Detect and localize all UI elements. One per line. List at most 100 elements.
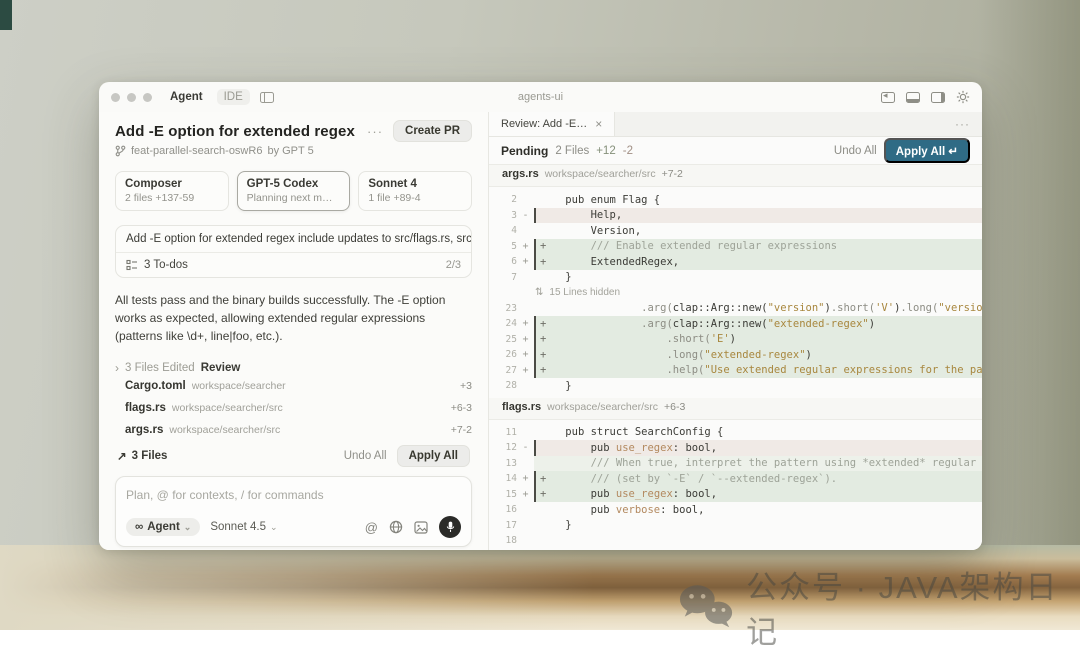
file-path: workspace/searcher/src bbox=[169, 424, 444, 436]
layout-columns-icon[interactable] bbox=[260, 92, 274, 103]
toggle-left-panel-icon[interactable] bbox=[881, 92, 895, 103]
model-label: Sonnet 4.5 bbox=[210, 521, 266, 533]
code-content: pub use_regex: bool, bbox=[534, 440, 982, 456]
web-globe-icon[interactable] bbox=[389, 520, 403, 534]
close-tab-icon[interactable]: × bbox=[595, 117, 602, 131]
line-number: 27 bbox=[489, 365, 517, 376]
line-number: 24 bbox=[489, 318, 517, 329]
hidden-lines-row[interactable]: ⇅15 Lines hidden bbox=[489, 285, 982, 301]
task-summary-text: Add -E option for extended regex include… bbox=[116, 226, 471, 253]
code-token bbox=[546, 256, 590, 268]
code-token: .long( bbox=[666, 349, 704, 361]
close-window-button[interactable] bbox=[111, 93, 120, 102]
branch-name[interactable]: feat-parallel-search-oswR6 bbox=[131, 145, 262, 157]
composer-input-card[interactable]: ∞ Agent ⌄ Sonnet 4.5 ⌄ @ bbox=[115, 476, 472, 547]
code-token bbox=[546, 364, 666, 376]
apply-all-button[interactable]: Apply All bbox=[397, 445, 470, 467]
line-number: 4 bbox=[489, 225, 517, 236]
code-token: bool, bbox=[685, 488, 717, 500]
diff-line: 26++ .long("extended-regex") bbox=[489, 347, 982, 363]
changed-files-summary[interactable]: ↗ 3 Files bbox=[117, 449, 167, 463]
diff-line: 25++ .short('E') bbox=[489, 332, 982, 348]
toggle-bottom-panel-icon[interactable] bbox=[906, 92, 920, 103]
agent-card-name: Composer bbox=[125, 178, 219, 190]
file-diff-stats: +7-2 bbox=[451, 424, 472, 436]
code-content: + .arg(clap::Arg::new("extended-regex") bbox=[534, 316, 982, 332]
code-token: pub bbox=[591, 504, 616, 516]
code-content: + ExtendedRegex, bbox=[534, 254, 982, 270]
create-pr-button[interactable]: Create PR bbox=[393, 120, 472, 142]
code-token: ) bbox=[806, 349, 812, 361]
code-token: verbose bbox=[616, 504, 660, 516]
diff-gutter-marker: + bbox=[517, 473, 534, 484]
agent-card-name: Sonnet 4 bbox=[368, 178, 462, 190]
agent-card-sonnet4[interactable]: Sonnet 4 1 file +89-4 bbox=[358, 171, 472, 211]
diff-line: 5++ /// Enable extended regular expressi… bbox=[489, 239, 982, 255]
tab-options-button[interactable]: ··· bbox=[955, 117, 970, 131]
code-token bbox=[540, 194, 565, 206]
agent-card-gpt5-codex[interactable]: GPT-5 Codex Planning next m… bbox=[237, 171, 351, 211]
code-token: "extended-regex" bbox=[768, 318, 869, 330]
wechat-icon bbox=[678, 583, 734, 631]
file-row[interactable]: args.rs workspace/searcher/src +7-2 bbox=[115, 419, 472, 441]
diff-gutter-marker: + bbox=[517, 318, 534, 329]
pending-added-stat: +12 bbox=[596, 145, 616, 157]
agent-card-composer[interactable]: Composer 2 files +137-59 bbox=[115, 171, 229, 211]
file-row[interactable]: Cargo.toml workspace/searcher +3 bbox=[115, 375, 472, 397]
infinity-icon: ∞ bbox=[135, 521, 143, 533]
code-token: } bbox=[540, 519, 572, 531]
line-number: 18 bbox=[489, 535, 517, 546]
app-window: Agent IDE agents-ui Add -E option for e bbox=[99, 82, 982, 550]
review-link[interactable]: Review bbox=[201, 362, 241, 374]
tab-ide[interactable]: IDE bbox=[217, 89, 250, 105]
apply-all-button[interactable]: Apply All ↵ bbox=[884, 138, 970, 163]
task-summary-card[interactable]: Add -E option for extended regex include… bbox=[115, 225, 472, 278]
toggle-right-panel-icon[interactable] bbox=[931, 92, 945, 103]
undo-all-button[interactable]: Undo All bbox=[344, 450, 387, 462]
code-token: use_regex bbox=[616, 488, 673, 500]
zoom-window-button[interactable] bbox=[143, 93, 152, 102]
diff-viewer: args.rsworkspace/searcher/src+7-22 pub e… bbox=[489, 165, 982, 550]
background-corner-chip bbox=[0, 0, 12, 30]
code-token: "Use extended regular expressions for th… bbox=[704, 364, 982, 376]
code-content: .arg(clap::Arg::new("version").short('V'… bbox=[534, 301, 982, 317]
line-number: 7 bbox=[489, 272, 517, 283]
voice-mic-button[interactable] bbox=[439, 516, 461, 538]
file-name: flags.rs bbox=[502, 401, 541, 413]
chevron-right-icon[interactable]: › bbox=[115, 361, 119, 375]
model-selector[interactable]: Sonnet 4.5 ⌄ bbox=[210, 521, 277, 533]
prompt-input[interactable] bbox=[126, 488, 461, 502]
minimize-window-button[interactable] bbox=[127, 93, 136, 102]
review-tab[interactable]: Review: Add -E… × bbox=[489, 112, 615, 136]
code-content: Version, bbox=[534, 223, 982, 239]
code-token bbox=[546, 473, 590, 485]
code-token bbox=[546, 333, 666, 345]
code-content: } bbox=[534, 378, 982, 394]
diff-file-header[interactable]: args.rsworkspace/searcher/src+7-2 bbox=[489, 165, 982, 187]
undo-all-button[interactable]: Undo All bbox=[834, 145, 877, 157]
mode-label: Agent bbox=[147, 521, 180, 533]
expand-lines-icon[interactable]: ⇅ bbox=[535, 287, 543, 298]
code-token: .arg( bbox=[641, 302, 673, 314]
agent-card-sub: 2 files +137-59 bbox=[125, 192, 219, 204]
image-icon[interactable] bbox=[414, 521, 428, 534]
mention-icon[interactable]: @ bbox=[365, 520, 378, 535]
diff-file-header[interactable]: flags.rsworkspace/searcher/src+6-3 bbox=[489, 398, 982, 420]
tab-agent[interactable]: Agent bbox=[170, 91, 203, 103]
line-number: 28 bbox=[489, 380, 517, 391]
code-token: 'V' bbox=[875, 302, 894, 314]
agent-card-sub: 1 file +89-4 bbox=[368, 192, 462, 204]
code-token: pub bbox=[591, 442, 616, 454]
diff-gutter-marker: + bbox=[517, 256, 534, 267]
line-number: 3 bbox=[489, 210, 517, 221]
settings-gear-icon[interactable] bbox=[956, 90, 970, 104]
external-arrow-icon: ↗ bbox=[117, 449, 127, 463]
file-row[interactable]: flags.rs workspace/searcher/src +6-3 bbox=[115, 397, 472, 419]
code-content: + .short('E') bbox=[534, 332, 982, 348]
code-token: pub struct bbox=[565, 426, 635, 438]
diff-gutter-marker: - bbox=[517, 210, 534, 221]
mode-selector[interactable]: ∞ Agent ⌄ bbox=[126, 518, 200, 536]
line-number: 17 bbox=[489, 520, 517, 531]
code-token: .arg( bbox=[641, 318, 673, 330]
task-menu-button[interactable]: ··· bbox=[367, 124, 383, 139]
